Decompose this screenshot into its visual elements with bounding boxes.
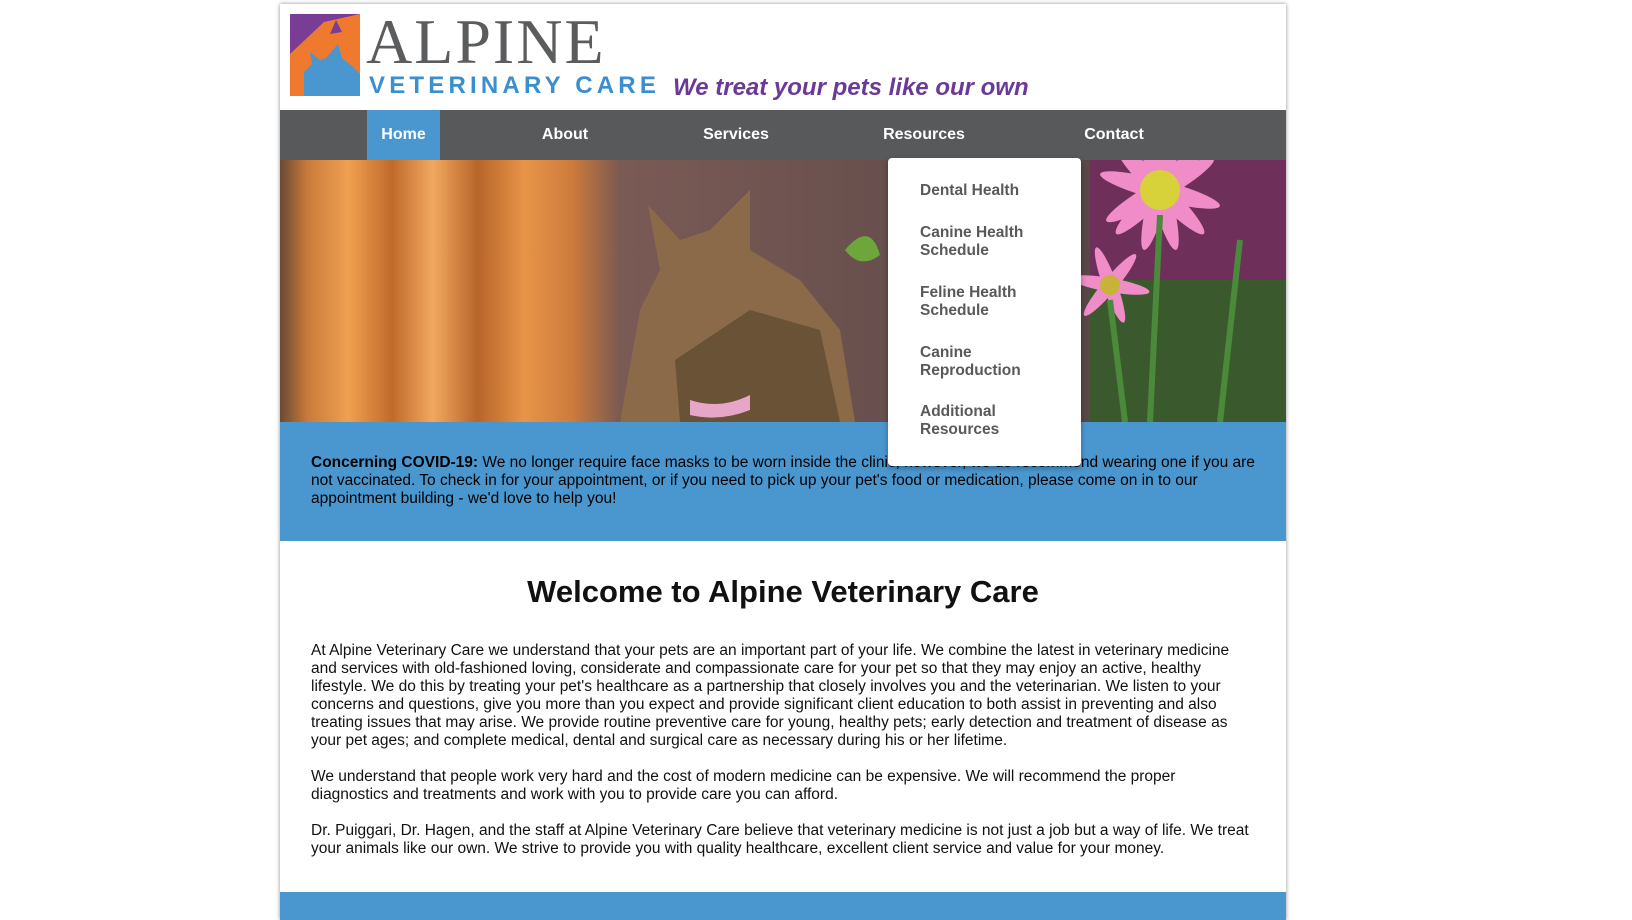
nav-contact[interactable]: Contact xyxy=(1068,110,1160,160)
main-nav: Home About Services Resources Contact xyxy=(280,110,1286,160)
covid-notice: Concerning COVID-19: We no longer requir… xyxy=(280,422,1286,541)
intro-paragraph: At Alpine Veterinary Care we understand … xyxy=(311,642,1230,749)
hero-image xyxy=(280,160,1286,422)
nav-home[interactable]: Home xyxy=(367,110,440,160)
logo-subtitle[interactable]: VETERINARY CARE xyxy=(369,73,660,99)
nav-services[interactable]: Services xyxy=(690,110,782,160)
menu-item-additional-resources[interactable]: Additional Resources xyxy=(920,403,1070,439)
intro-content: At Alpine Veterinary Care we understand … xyxy=(311,642,1255,876)
cat-and-dog-logo-icon[interactable] xyxy=(290,14,360,96)
menu-item-canine-reproduction[interactable]: Canine Reproduction xyxy=(920,344,1070,380)
tagline: We treat your pets like our own xyxy=(673,74,1029,101)
resources-dropdown-menu: Dental Health Canine Health Schedule Fel… xyxy=(888,158,1081,466)
nav-about[interactable]: About xyxy=(525,110,605,160)
logo-title[interactable]: ALPINE xyxy=(366,10,606,74)
covid-notice-text: Concerning COVID-19: We no longer requir… xyxy=(311,454,1255,508)
menu-item-canine-health-schedule[interactable]: Canine Health Schedule xyxy=(920,224,1070,260)
covid-notice-heading: Concerning COVID-19: xyxy=(311,454,479,471)
nav-resources[interactable]: Resources xyxy=(870,110,978,160)
page-title: Welcome to Alpine Veterinary Care xyxy=(527,574,1039,609)
intro-paragraph: We understand that people work very hard… xyxy=(311,768,1176,803)
menu-item-dental-health[interactable]: Dental Health xyxy=(920,182,1070,200)
site-header: ALPINE VETERINARY CARE We treat your pet… xyxy=(280,4,1286,110)
footer-bar xyxy=(280,892,1286,920)
intro-paragraph: Dr. Puiggari, Dr. Hagen, and the staff a… xyxy=(311,822,1249,857)
menu-item-feline-health-schedule[interactable]: Feline Health Schedule xyxy=(920,284,1070,320)
page-container: ALPINE VETERINARY CARE We treat your pet… xyxy=(280,4,1286,920)
